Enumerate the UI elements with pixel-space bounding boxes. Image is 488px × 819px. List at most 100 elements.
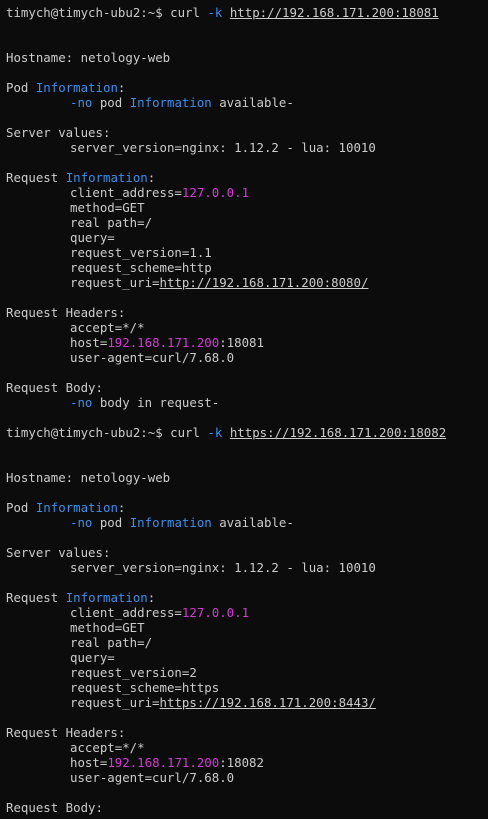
hostname-label: Hostname:: [6, 470, 81, 485]
pod-word: Pod: [6, 80, 36, 95]
client-address-key: client_address=: [70, 185, 182, 200]
colon: :: [147, 170, 156, 185]
information-word: Information: [129, 515, 212, 530]
request-word: Request: [6, 170, 66, 185]
request-uri-key: request_uri=: [70, 695, 160, 710]
client-address-value: 127.0.0.1: [181, 185, 250, 200]
server-version-line: server_version=nginx: 1.12.2 - lua: 1001…: [70, 560, 376, 575]
information-word: Information: [65, 590, 148, 605]
colon: :: [117, 80, 126, 95]
information-word: Information: [65, 170, 148, 185]
request-version-line: request_version=1.1: [70, 245, 212, 260]
client-address-line: client_address=127.0.0.1: [6, 185, 488, 200]
user-agent-line: user-agent=curl/7.68.0: [70, 350, 235, 365]
hostname-line: Hostname: netology-web: [6, 50, 488, 65]
host-key: host=: [70, 755, 108, 770]
terminal-window[interactable]: timych@timych-ubu2:~$ curl -k http://192…: [0, 0, 488, 819]
client-address-line: client_address=127.0.0.1: [6, 605, 488, 620]
no-prefix: -no: [70, 95, 93, 110]
no-pod-end: available-: [211, 515, 294, 530]
request-info-heading: Request Information:: [6, 590, 488, 605]
request-uri-link[interactable]: http://192.168.171.200:8080/: [160, 275, 369, 290]
no-pod-mid: pod: [92, 515, 130, 530]
request-scheme-line: request_scheme=https: [70, 680, 220, 695]
host-key: host=: [70, 335, 108, 350]
command-name: curl: [170, 5, 200, 20]
host-port: :18082: [219, 755, 264, 770]
client-address-key: client_address=: [70, 605, 182, 620]
request-headers-heading: Request Headers:: [6, 725, 126, 740]
request-uri-line: request_uri=https://192.168.171.200:8443…: [6, 695, 488, 710]
no-pod-info-line: -no pod Information available-: [6, 515, 488, 530]
information-word: Information: [129, 95, 212, 110]
hostname-label: Hostname:: [6, 50, 81, 65]
command-url[interactable]: https://192.168.171.200:18082: [230, 425, 446, 440]
user-agent-line: user-agent=curl/7.68.0: [70, 770, 235, 785]
pod-info-heading: Pod Information:: [6, 500, 488, 515]
request-headers-heading: Request Headers:: [6, 305, 126, 320]
information-word: Information: [35, 80, 118, 95]
method-line: method=GET: [70, 200, 145, 215]
pod-info-heading: Pod Information:: [6, 80, 488, 95]
no-body-end: body in request-: [92, 395, 220, 410]
server-values-heading: Server values:: [6, 545, 111, 560]
information-word: Information: [35, 500, 118, 515]
request-body-heading: Request Body:: [6, 800, 103, 815]
request-uri-link[interactable]: https://192.168.171.200:8443/: [160, 695, 376, 710]
command-flag: -k: [207, 425, 223, 440]
no-body-line: -no body in request-: [6, 395, 488, 410]
real-path-line: real path=/: [70, 215, 153, 230]
shell-prompt: timych@timych-ubu2:~$: [6, 425, 171, 440]
host-header-line: host=192.168.171.200:18081: [6, 335, 488, 350]
hostname-value: netology-web: [80, 50, 171, 65]
request-scheme-line: request_scheme=http: [70, 260, 212, 275]
host-port: :18081: [219, 335, 264, 350]
request-info-heading: Request Information:: [6, 170, 488, 185]
shell-prompt: timych@timych-ubu2:~$: [6, 5, 171, 20]
no-pod-end: available-: [211, 95, 294, 110]
accept-header-line: accept=*/*: [70, 740, 145, 755]
query-line: query=: [70, 230, 115, 245]
request-word: Request: [6, 590, 66, 605]
no-pod-mid: pod: [92, 95, 130, 110]
server-values-heading: Server values:: [6, 125, 111, 140]
no-pod-info-line: -no pod Information available-: [6, 95, 488, 110]
host-ip: 192.168.171.200: [107, 755, 220, 770]
accept-header-line: accept=*/*: [70, 320, 145, 335]
hostname-value: netology-web: [80, 470, 171, 485]
query-line: query=: [70, 650, 115, 665]
colon: :: [117, 500, 126, 515]
client-address-value: 127.0.0.1: [181, 605, 250, 620]
method-line: method=GET: [70, 620, 145, 635]
hostname-line: Hostname: netology-web: [6, 470, 488, 485]
command-flag: -k: [207, 5, 223, 20]
command-line: timych@timych-ubu2:~$ curl -k https://19…: [6, 425, 488, 440]
no-prefix: -no: [70, 515, 93, 530]
real-path-line: real path=/: [70, 635, 153, 650]
request-uri-line: request_uri=http://192.168.171.200:8080/: [6, 275, 488, 290]
pod-word: Pod: [6, 500, 36, 515]
request-body-heading: Request Body:: [6, 380, 103, 395]
colon: :: [147, 590, 156, 605]
host-header-line: host=192.168.171.200:18082: [6, 755, 488, 770]
host-ip: 192.168.171.200: [107, 335, 220, 350]
server-version-line: server_version=nginx: 1.12.2 - lua: 1001…: [70, 140, 376, 155]
no-prefix: -no: [70, 395, 93, 410]
command-name: curl: [170, 425, 200, 440]
command-line: timych@timych-ubu2:~$ curl -k http://192…: [6, 5, 488, 20]
command-url[interactable]: http://192.168.171.200:18081: [230, 5, 439, 20]
